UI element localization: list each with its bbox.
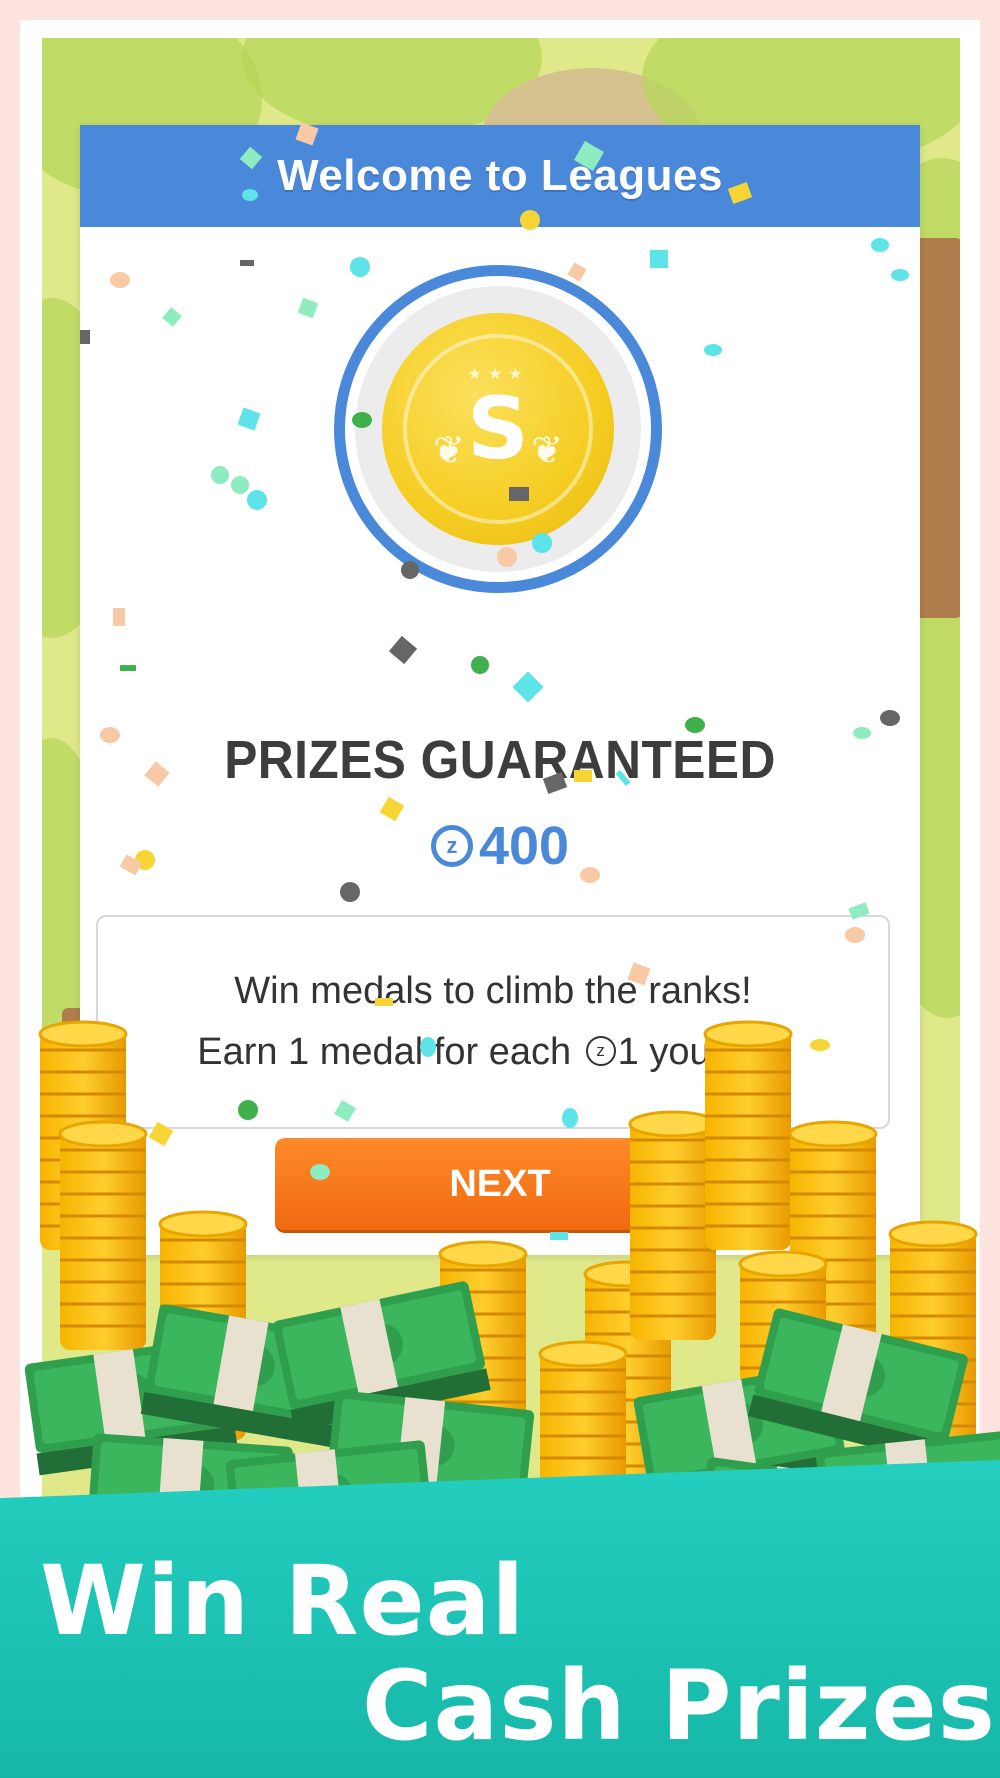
promo-line-1: Win Real [40, 1545, 526, 1657]
promo-line-2: Cash Prizes [362, 1650, 996, 1762]
